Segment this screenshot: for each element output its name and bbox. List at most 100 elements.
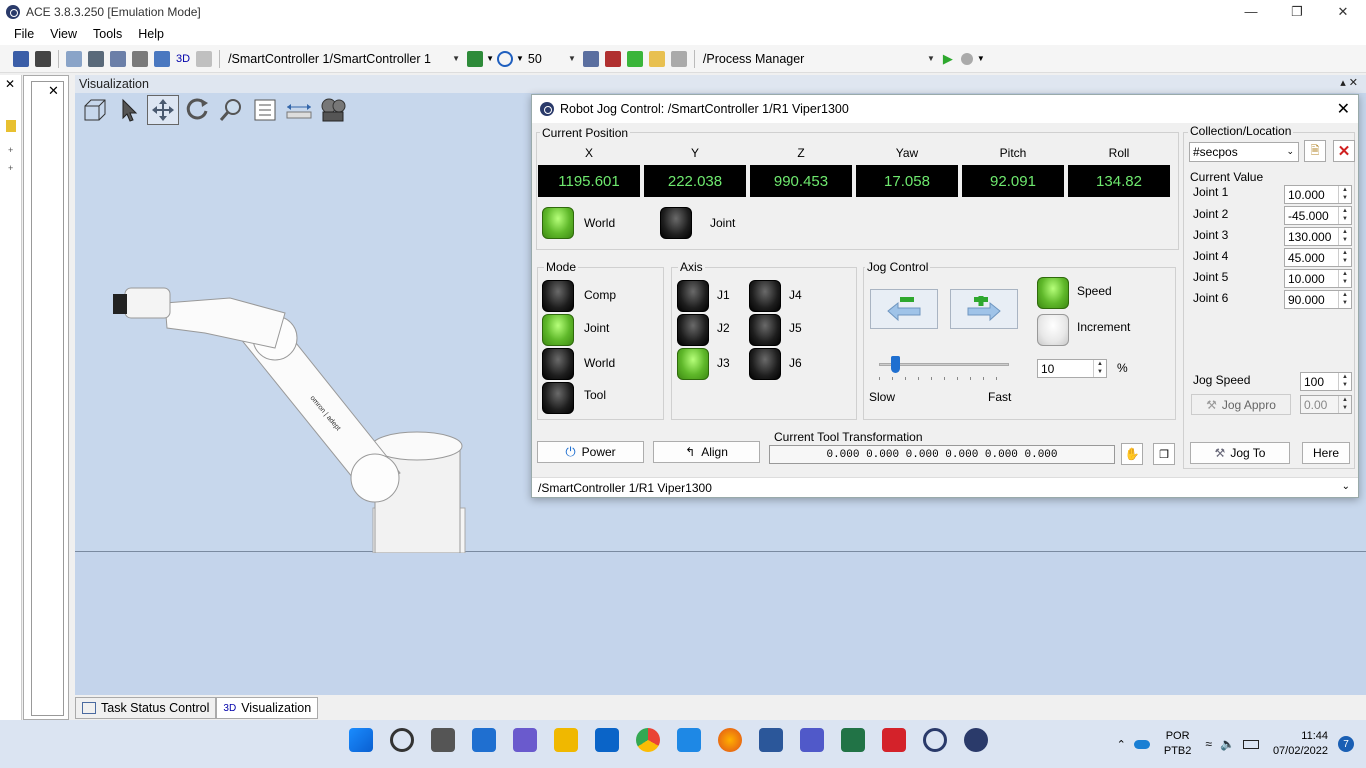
chevron-down-icon[interactable]: ▼ (516, 54, 524, 63)
jog-percent-input[interactable]: 10 ▲ ▼ (1037, 359, 1107, 378)
outlook-icon[interactable] (594, 728, 619, 752)
axis-j2-toggle[interactable] (677, 314, 709, 346)
close-icon[interactable]: ✕ (1320, 0, 1366, 23)
controller-path-dropdown[interactable]: /SmartController 1/SmartController 1 ▼ (224, 52, 464, 66)
mode-tool-toggle[interactable] (542, 382, 574, 414)
tab-task-status-control[interactable]: Task Status Control (75, 697, 217, 719)
pin-close-icons[interactable]: ▴ ✕ (1340, 76, 1358, 89)
joint-2-input[interactable]: -45.000 ▲ ▼ (1284, 206, 1352, 225)
word-icon[interactable] (758, 728, 783, 752)
firefox-icon[interactable] (717, 728, 742, 752)
ace-tool-icon[interactable] (922, 728, 947, 752)
mode-world-toggle[interactable] (542, 348, 574, 380)
jog-to-button[interactable]: ⚒ Jog To (1190, 442, 1290, 464)
restore-icon[interactable]: ❐ (1274, 0, 1320, 23)
mode-comp-toggle[interactable] (542, 280, 574, 312)
world-frame-toggle[interactable] (542, 207, 574, 239)
stop-icon[interactable] (960, 52, 973, 65)
start-icon[interactable] (348, 728, 373, 752)
language-indicator[interactable]: POR PTB2 (1164, 729, 1192, 759)
menu-help[interactable]: Help (130, 27, 172, 41)
wifi-icon[interactable]: ≈ (1205, 737, 1212, 751)
pointer-icon[interactable] (196, 50, 213, 67)
ace-app-icon[interactable] (963, 728, 988, 752)
hand-tool-icon[interactable]: ✋ (1121, 443, 1143, 465)
axis-j5-toggle[interactable] (749, 314, 781, 346)
search-icon[interactable] (389, 728, 414, 752)
view-cube-icon[interactable] (79, 95, 111, 125)
new-location-icon[interactable]: 🗎 (1304, 140, 1326, 162)
jog-speed-input[interactable]: 100 ▲ ▼ (1300, 372, 1352, 391)
list-view-icon[interactable] (249, 95, 281, 125)
database-icon[interactable] (110, 50, 126, 67)
spinner-arrows-icon[interactable]: ▲ ▼ (1338, 228, 1351, 245)
monitor-icon[interactable] (88, 50, 104, 67)
menu-view[interactable]: View (42, 27, 85, 41)
onedrive-icon[interactable] (1133, 739, 1150, 749)
jog-minus-button[interactable] (870, 289, 938, 329)
record-film-icon[interactable] (317, 95, 349, 125)
process-manager-dropdown[interactable]: /Process Manager ▼ (699, 52, 939, 66)
spinner-arrows-icon[interactable]: ▲ ▼ (1338, 373, 1351, 390)
menu-file[interactable]: File (6, 27, 42, 41)
network-icon[interactable] (582, 50, 599, 67)
align-button[interactable]: ↰ Align (653, 441, 760, 463)
notification-badge[interactable]: 7 (1338, 736, 1354, 752)
teams-icon[interactable] (799, 728, 824, 752)
folder-icon[interactable] (648, 50, 665, 67)
io-icon[interactable] (604, 50, 621, 67)
gear-green-icon[interactable] (626, 50, 643, 67)
play-icon[interactable]: ▶ (943, 51, 953, 67)
increment-mode-toggle[interactable] (1037, 314, 1069, 346)
sync-icon[interactable] (467, 50, 484, 67)
save-icon[interactable] (13, 50, 29, 67)
here-button[interactable]: Here (1302, 442, 1350, 464)
chevron-down-icon[interactable]: ▼ (486, 54, 494, 63)
power-icon[interactable] (496, 50, 513, 67)
teams-chat-icon[interactable] (512, 728, 537, 752)
spinner-arrows-icon[interactable]: ▲ ▼ (1338, 291, 1351, 308)
axis-j6-toggle[interactable] (749, 348, 781, 380)
jog-plus-button[interactable] (950, 289, 1018, 329)
battery-icon[interactable] (1242, 739, 1259, 749)
chevron-down-icon[interactable]: ▼ (977, 54, 985, 63)
tree-expand-icon[interactable]: + (8, 145, 13, 155)
spinner-arrows-icon[interactable]: ▲ ▼ (1338, 207, 1351, 224)
close-icon[interactable]: ✕ (1337, 99, 1350, 119)
volume-icon[interactable]: 🔈 (1220, 737, 1235, 751)
rotate-icon[interactable] (181, 95, 213, 125)
robot-icon[interactable] (132, 50, 148, 67)
acrobat-icon[interactable] (881, 728, 906, 752)
collection-dropdown[interactable]: #secpos ⌄ (1189, 142, 1299, 162)
3d-view-icon[interactable]: 3D (176, 53, 190, 65)
axis-j3-toggle[interactable] (677, 348, 709, 380)
clock[interactable]: 11:44 07/02/2022 (1273, 729, 1328, 759)
widgets-icon[interactable] (471, 728, 496, 752)
spinner-arrows-icon[interactable]: ▲ ▼ (1093, 360, 1106, 377)
select-pointer-icon[interactable] (113, 95, 145, 125)
connect-icon[interactable] (66, 50, 82, 67)
zoom-magnifier-icon[interactable] (215, 95, 247, 125)
joint-4-input[interactable]: 45.000 ▲ ▼ (1284, 248, 1352, 267)
file-explorer-icon[interactable] (553, 728, 578, 752)
joint-1-input[interactable]: 10.000 ▲ ▼ (1284, 185, 1352, 204)
robot-3d-model[interactable]: omron | adept (105, 268, 475, 553)
jog-speed-slider-thumb[interactable] (890, 356, 900, 373)
axis-j1-toggle[interactable] (677, 280, 709, 312)
pan-move-icon[interactable] (147, 95, 179, 125)
excel-icon[interactable] (840, 728, 865, 752)
task-view-icon[interactable] (430, 728, 455, 752)
speed-dropdown[interactable]: 50 ▼ (524, 52, 580, 66)
robot-selector-dropdown[interactable]: /SmartController 1/R1 Viper1300 ⌄ (532, 477, 1358, 497)
notes-icon[interactable] (670, 50, 687, 67)
joint-frame-toggle[interactable] (660, 207, 692, 239)
lock-icon[interactable] (6, 120, 16, 132)
tab-visualization[interactable]: 3D Visualization (216, 697, 319, 719)
close-icon[interactable]: ✕ (48, 83, 59, 99)
delete-location-icon[interactable]: ✕ (1333, 140, 1355, 162)
minimize-icon[interactable]: — (1228, 0, 1274, 23)
windows-icon[interactable] (154, 50, 170, 67)
mode-joint-toggle[interactable] (542, 314, 574, 346)
jog-appro-button[interactable]: ⚒ Jog Appro (1191, 394, 1291, 415)
measure-ruler-icon[interactable] (283, 95, 315, 125)
